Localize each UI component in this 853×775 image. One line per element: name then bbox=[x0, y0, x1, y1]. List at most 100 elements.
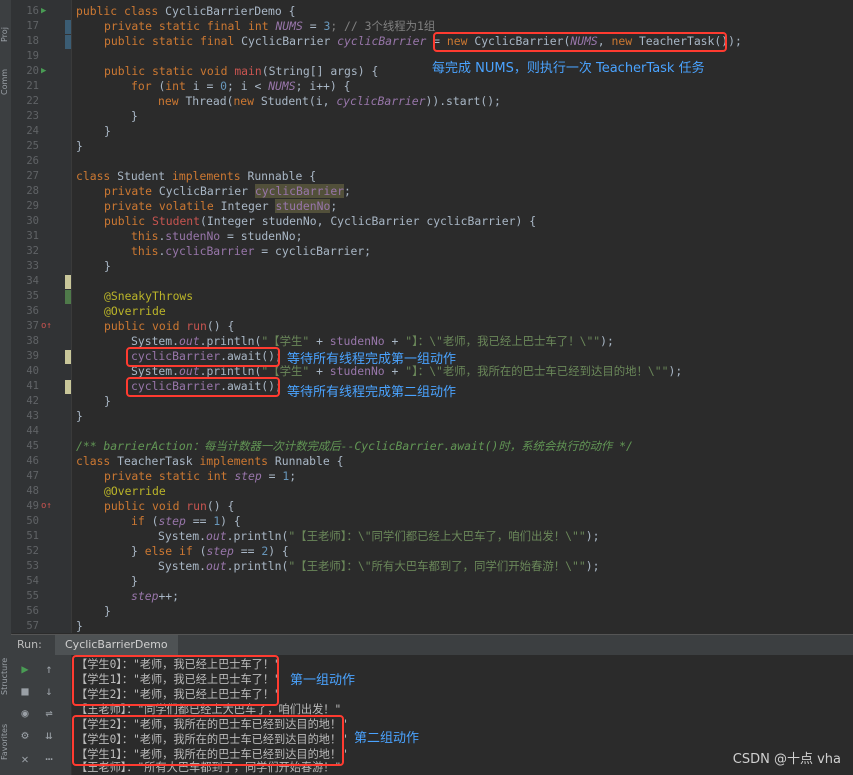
token: + bbox=[309, 334, 330, 348]
line-number: 24 bbox=[26, 125, 39, 137]
token: step bbox=[131, 589, 159, 603]
commit-tool-tab[interactable]: Comm bbox=[0, 55, 11, 95]
line-number: 55 bbox=[26, 590, 39, 602]
change-marker bbox=[65, 20, 71, 34]
annotation-await-1: 等待所有线程完成第一组动作 bbox=[287, 352, 457, 367]
run-gutter-icon[interactable]: ▶ bbox=[41, 64, 46, 79]
code-line-47: private static int step = 1; bbox=[104, 469, 296, 484]
token: implements bbox=[199, 454, 275, 468]
token: ; bbox=[330, 199, 338, 213]
run-gutter-icon[interactable]: ▶ bbox=[41, 4, 46, 19]
line-number: 25 bbox=[26, 140, 39, 152]
scroll-to-end-icon[interactable]: ⇊ bbox=[41, 727, 57, 743]
token: "【王老师】：\"所有大巴车都到了，同学们开始春游！\"" bbox=[288, 559, 586, 573]
camera-icon[interactable]: ◉ bbox=[17, 705, 33, 721]
code-line-42: } bbox=[104, 394, 111, 409]
change-marker bbox=[65, 35, 71, 49]
line-number: 17 bbox=[26, 20, 39, 32]
token: CyclicBarrierDemo { bbox=[165, 4, 296, 18]
pin-icon[interactable]: ⋯ bbox=[41, 751, 57, 767]
token: (Integer studenNo, CyclicBarrier cyclicB… bbox=[200, 214, 537, 228]
code-editor[interactable]: public class CyclicBarrierDemo { private… bbox=[72, 0, 853, 633]
down-arrow-icon[interactable]: ↓ bbox=[41, 683, 57, 699]
line-number: 16 bbox=[26, 5, 39, 17]
token: /** barrierAction：每当计数器一次计数完成后--CyclicBa… bbox=[76, 439, 633, 453]
favorites-tool-tab[interactable]: Favorites bbox=[0, 705, 11, 760]
token: } bbox=[76, 409, 83, 423]
token: Student bbox=[152, 214, 201, 228]
close-icon[interactable]: ✕ bbox=[17, 751, 33, 767]
token: step bbox=[206, 544, 234, 558]
token: = cyclicBarrier; bbox=[254, 244, 372, 258]
line-number: 22 bbox=[26, 95, 39, 107]
token: for bbox=[131, 79, 159, 93]
token: } bbox=[104, 394, 111, 408]
token: Student(i, bbox=[260, 94, 337, 108]
line-number: 35 bbox=[26, 290, 39, 302]
token: private bbox=[104, 184, 159, 198]
token: } bbox=[76, 619, 83, 633]
change-marker bbox=[65, 380, 71, 394]
code-line-36: @Override bbox=[104, 304, 166, 319]
token: @Override bbox=[104, 304, 166, 318]
token: CyclicBarrier bbox=[241, 34, 338, 48]
code-line-20: public static void main(String[] args) { bbox=[104, 64, 378, 79]
token: class bbox=[76, 454, 118, 468]
code-line-29: private volatile Integer studenNo; bbox=[104, 199, 337, 214]
token: ); bbox=[668, 364, 683, 378]
token: Integer bbox=[220, 199, 276, 213]
line-number: 38 bbox=[26, 335, 39, 347]
token: (String[] args) { bbox=[261, 64, 379, 78]
token: out bbox=[206, 529, 227, 543]
code-line-45: /** barrierAction：每当计数器一次计数完成后--CyclicBa… bbox=[76, 439, 633, 454]
change-marker bbox=[65, 290, 71, 304]
line-number: 18 bbox=[26, 35, 39, 47]
change-marker bbox=[65, 275, 71, 289]
token: public static final bbox=[104, 34, 242, 48]
token: == bbox=[185, 514, 214, 528]
code-line-48: @Override bbox=[104, 484, 166, 499]
annotation-group-2: 第二组动作 bbox=[354, 731, 420, 746]
code-line-33: } bbox=[104, 259, 111, 274]
up-arrow-icon[interactable]: ↑ bbox=[41, 661, 57, 677]
token: run bbox=[186, 499, 207, 513]
run-tab-cyclicbarrierdemo[interactable]: CyclicBarrierDemo bbox=[55, 635, 178, 655]
line-number: 54 bbox=[26, 575, 39, 587]
annotation-await-2: 等待所有线程完成第二组动作 bbox=[287, 385, 457, 400]
code-line-56: } bbox=[104, 604, 111, 619]
run-panel-header: Run: CyclicBarrierDemo bbox=[11, 634, 853, 656]
line-number: 26 bbox=[26, 155, 39, 167]
token: studenNo bbox=[165, 229, 221, 243]
token: public bbox=[104, 214, 153, 228]
token: new bbox=[233, 94, 261, 108]
line-number: 37 bbox=[26, 320, 39, 332]
line-number: 45 bbox=[26, 440, 39, 452]
code-line-17: private static final int NUMS = 3; // 3个… bbox=[104, 19, 435, 34]
token: cyclicBarrier bbox=[337, 34, 427, 48]
token: private static int bbox=[104, 469, 235, 483]
line-number: 53 bbox=[26, 560, 39, 572]
token: 0 bbox=[220, 79, 228, 93]
token: "【王老师】：\"同学们都已经上大巴车了，咱们出发！\"" bbox=[288, 529, 586, 543]
annotation-box-await-1 bbox=[126, 347, 280, 367]
token: } bbox=[131, 109, 138, 123]
line-number: 34 bbox=[26, 275, 39, 287]
stop-icon[interactable]: ■ bbox=[17, 683, 33, 699]
token: ; i++) { bbox=[295, 79, 351, 93]
token: private static final int bbox=[104, 19, 276, 33]
token: Student bbox=[117, 169, 173, 183]
settings-icon[interactable]: ⚙ bbox=[17, 727, 33, 743]
override-gutter-icon[interactable]: o↑ bbox=[41, 499, 52, 514]
soft-wrap-icon[interactable]: ⇌ bbox=[41, 705, 57, 721]
line-number: 30 bbox=[26, 215, 39, 227]
project-tool-tab[interactable]: Proj bbox=[0, 2, 11, 42]
token: int bbox=[165, 79, 193, 93]
line-number: 23 bbox=[26, 110, 39, 122]
line-number: 19 bbox=[26, 50, 39, 62]
structure-tool-tab[interactable]: Structure bbox=[0, 640, 11, 695]
token: .println( bbox=[226, 559, 289, 573]
code-line-23: } bbox=[131, 109, 138, 124]
rerun-icon[interactable]: ▶ bbox=[17, 661, 33, 677]
line-number: 29 bbox=[26, 200, 39, 212]
override-gutter-icon[interactable]: o↑ bbox=[41, 319, 52, 334]
